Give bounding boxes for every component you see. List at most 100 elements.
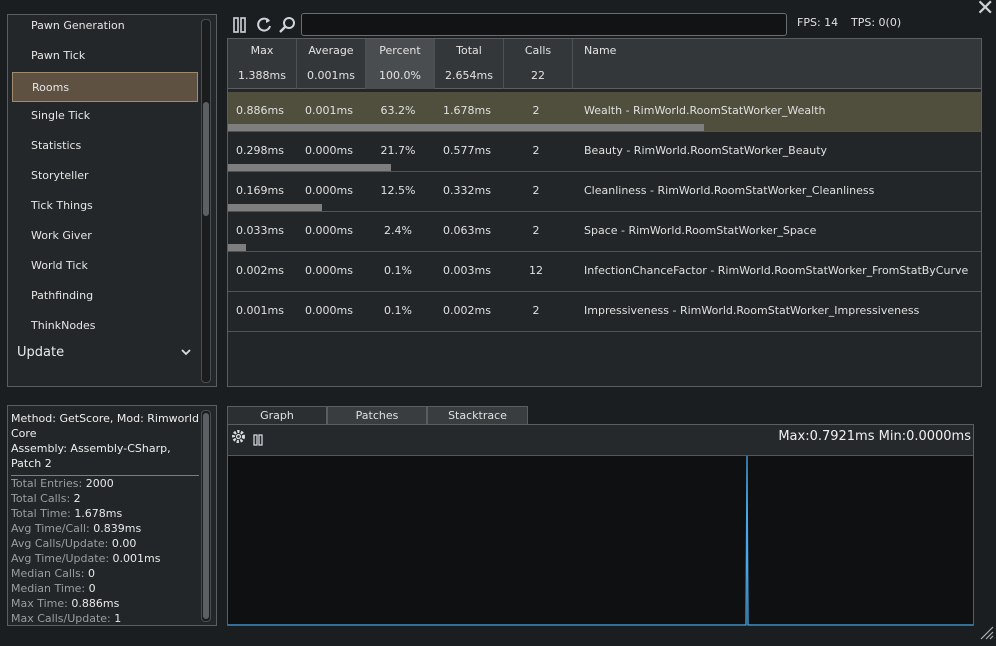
cell-calls: 12 <box>529 264 543 277</box>
sidebar-group-update[interactable]: Update <box>12 338 198 368</box>
sidebar-item-pawn-tick[interactable]: Pawn Tick <box>12 41 198 71</box>
chevron-down-icon[interactable] <box>180 339 192 369</box>
table-row[interactable]: 0.298ms 0.000ms 21.7% 0.577ms 2 Beauty -… <box>228 132 981 172</box>
resize-handle-icon[interactable] <box>978 624 994 644</box>
percent-bar <box>228 164 391 171</box>
col-max-summary: 1.388ms <box>238 69 286 82</box>
col-total[interactable]: Total 2.654ms <box>435 39 504 89</box>
sidebar-scrollbar[interactable] <box>201 19 211 383</box>
cell-max: 0.001ms <box>236 304 284 317</box>
sidebar-item-world-tick[interactable]: World Tick <box>12 251 198 281</box>
sidebar-item-thinknodes[interactable]: ThinkNodes <box>12 311 198 341</box>
cell-name: Wealth - RimWorld.RoomStatWorker_Wealth <box>584 104 826 117</box>
sidebar-item-pathfinding[interactable]: Pathfinding <box>12 281 198 311</box>
stat-label: Median Time: <box>11 582 86 595</box>
col-average[interactable]: Average 0.001ms <box>297 39 366 89</box>
cell-percent: 0.1% <box>384 304 412 317</box>
sidebar-item-storyteller[interactable]: Storyteller <box>12 161 198 191</box>
stat-total-entries: Total Entries: 2000 <box>11 477 114 490</box>
stat-avg-time-update: Avg Time/Update: 0.001ms <box>11 552 160 565</box>
cell-percent: 12.5% <box>380 184 416 197</box>
table-row[interactable]: 0.002ms 0.000ms 0.1% 0.003ms 12 Infectio… <box>228 252 981 292</box>
graph-panel: Max:0.7921ms Min:0.0000ms <box>227 424 974 626</box>
cell-name: Space - RimWorld.RoomStatWorker_Space <box>584 224 817 237</box>
fps-readout: FPS: 14 <box>797 16 839 29</box>
cell-calls: 2 <box>532 104 540 117</box>
profiler-table: Max 1.388ms Average 0.001ms Percent 100.… <box>227 38 982 387</box>
details-scroll-thumb[interactable] <box>203 413 209 619</box>
stat-value: 1.678ms <box>74 507 123 520</box>
cell-average: 0.000ms <box>305 224 353 237</box>
col-calls-label: Calls <box>524 44 552 57</box>
cell-name: Beauty - RimWorld.RoomStatWorker_Beauty <box>584 144 828 157</box>
stat-label: Total Entries: <box>11 477 83 490</box>
cell-max: 0.002ms <box>236 264 284 277</box>
sidebar-item-work-giver[interactable]: Work Giver <box>12 221 198 251</box>
col-max[interactable]: Max 1.388ms <box>228 39 297 89</box>
stat-max-calls-update: Max Calls/Update: 1 <box>11 612 121 625</box>
sidebar-scroll-thumb[interactable] <box>203 102 209 216</box>
tab-stacktrace[interactable]: Stacktrace <box>427 406 528 425</box>
sidebar-item-single-tick[interactable]: Single Tick <box>12 101 198 131</box>
sidebar-group-label: Update <box>17 345 65 360</box>
cell-average: 0.001ms <box>305 104 353 117</box>
stat-total-time: Total Time: 1.678ms <box>11 507 122 520</box>
cell-total: 0.332ms <box>443 184 491 197</box>
cell-name: Cleanliness - RimWorld.RoomStatWorker_Cl… <box>584 184 875 197</box>
stat-label: Total Calls: <box>11 492 71 505</box>
cell-calls: 2 <box>532 144 540 157</box>
cell-total: 0.063ms <box>443 224 491 237</box>
stat-max-time: Max Time: 0.886ms <box>11 597 119 610</box>
sidebar-item-pawn-generation[interactable]: Pawn Generation <box>12 15 198 41</box>
stat-median-time: Median Time: 0 <box>11 582 96 595</box>
table-row[interactable]: 0.001ms 0.000ms 0.1% 0.002ms 2 Impressiv… <box>228 292 981 332</box>
percent-bar <box>228 204 322 211</box>
col-calls[interactable]: Calls 22 <box>504 39 573 89</box>
stat-value: 0 <box>87 567 95 580</box>
details-scrollbar[interactable] <box>201 410 211 622</box>
table-row[interactable]: 0.886ms 0.001ms 63.2% 1.678ms 2 Wealth -… <box>228 92 981 132</box>
tab-graph[interactable]: Graph <box>227 406 327 425</box>
stat-label: Avg Time/Update: <box>11 552 110 565</box>
cell-total: 0.577ms <box>443 144 491 157</box>
cell-calls: 2 <box>532 184 540 197</box>
stat-value: 0 <box>88 582 96 595</box>
divider <box>11 475 199 476</box>
stat-value: 0.886ms <box>71 597 120 610</box>
table-row[interactable]: 0.033ms 0.000ms 2.4% 0.063ms 2 Space - R… <box>228 212 981 252</box>
sidebar-item-tick-things[interactable]: Tick Things <box>12 191 198 221</box>
graph-maxmin-label: Max:0.7921ms Min:0.0000ms <box>778 429 971 444</box>
method-details-header: Method: GetScore, Mod: Rimworld Core Ass… <box>11 412 199 470</box>
cell-average: 0.000ms <box>305 144 353 157</box>
stat-value: 0.00 <box>111 537 137 550</box>
col-calls-summary: 22 <box>531 69 545 82</box>
tab-patches[interactable]: Patches <box>327 406 427 425</box>
col-percent-label: Percent <box>379 44 421 57</box>
search-icon[interactable] <box>278 15 298 35</box>
stat-value: 0.001ms <box>112 552 161 565</box>
search-input[interactable] <box>301 13 787 36</box>
stat-label: Total Time: <box>11 507 71 520</box>
refresh-icon[interactable] <box>254 15 274 35</box>
stat-value: 2 <box>73 492 81 505</box>
cell-name: InfectionChanceFactor - RimWorld.RoomSta… <box>584 264 969 277</box>
profiler-window: ✕ Pawn Generation Pawn Tick Rooms Single… <box>0 0 996 646</box>
col-percent[interactable]: Percent 100.0% <box>366 39 435 89</box>
pause-icon[interactable] <box>252 431 264 450</box>
stat-label: Max Calls/Update: <box>11 612 111 625</box>
sidebar-item-rooms[interactable]: Rooms <box>12 72 198 102</box>
table-row[interactable]: 0.169ms 0.000ms 12.5% 0.332ms 2 Cleanlin… <box>228 172 981 212</box>
pause-icon[interactable] <box>230 15 250 35</box>
stat-avg-time-call: Avg Time/Call: 0.839ms <box>11 522 141 535</box>
gear-icon[interactable] <box>230 428 247 449</box>
close-icon[interactable]: ✕ <box>976 0 994 20</box>
method-details-panel: Method: GetScore, Mod: Rimworld Core Ass… <box>7 405 217 626</box>
col-name[interactable]: Name <box>573 39 981 89</box>
cell-max: 0.886ms <box>236 104 284 117</box>
cell-total: 0.002ms <box>443 304 491 317</box>
cell-average: 0.000ms <box>305 184 353 197</box>
sidebar-item-statistics[interactable]: Statistics <box>12 131 198 161</box>
cell-max: 0.298ms <box>236 144 284 157</box>
stat-label: Median Calls: <box>11 567 85 580</box>
percent-bar <box>228 124 704 131</box>
